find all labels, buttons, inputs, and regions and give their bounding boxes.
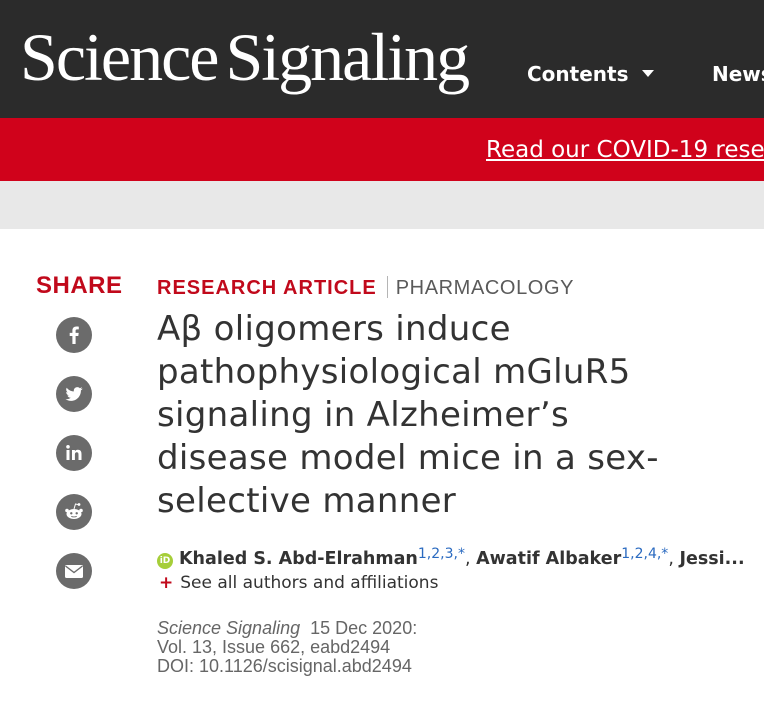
author-name[interactable]: Jessi... [679,549,744,569]
journal-name[interactable]: Science Signaling [157,618,300,638]
author-affiliations[interactable]: 1,2,3,* [418,546,465,562]
share-label: SHARE [36,272,123,299]
citation-block: Science Signaling 15 Dec 2020: Vol. 13, … [157,619,417,676]
article-kicker: RESEARCH ARTICLE PHARMACOLOGY [157,276,574,300]
logo-word-science: Science [20,19,219,95]
nav-contents[interactable]: Contents [527,60,655,88]
share-reddit-button[interactable] [56,494,92,530]
share-facebook-button[interactable] [56,317,92,353]
author-separator: , [668,549,680,569]
article-subject[interactable]: PHARMACOLOGY [396,277,574,299]
see-all-authors-label: See all authors and affiliations [180,573,439,593]
orcid-icon[interactable]: iD [157,553,173,569]
logo-word-signaling: Signaling [225,19,470,95]
reddit-icon [65,503,83,519]
see-all-authors-toggle[interactable]: + See all authors and affiliations [159,572,438,594]
nav-contents-label: Contents [527,62,629,86]
twitter-icon [65,387,83,401]
volume-issue[interactable]: Vol. 13, Issue 662, eabd2494 [157,638,417,657]
linkedin-icon [66,445,82,460]
nav-news[interactable]: News [712,60,764,88]
author-list: iD Khaled S. Abd-Elrahman1,2,3,*, Awatif … [157,542,745,571]
facebook-icon [69,326,79,344]
author-name[interactable]: Awatif Albaker [476,549,621,569]
grey-strip [0,181,764,229]
share-twitter-button[interactable] [56,376,92,412]
publication-date: 15 Dec 2020: [310,618,418,638]
nav-news-label: News [712,62,764,86]
author-affiliations[interactable]: 1,2,4,* [621,546,668,562]
kicker-divider [386,276,388,298]
covid-banner: Read our COVID-19 rese [0,118,764,181]
article-type: RESEARCH ARTICLE [157,277,377,299]
chevron-down-icon [642,70,655,77]
article-title: Aβ oligomers induce pathophysiological m… [157,309,659,521]
site-header: ScienceSignaling Contents News [0,0,764,118]
email-icon [65,565,83,578]
share-email-button[interactable] [56,553,92,589]
covid-banner-link[interactable]: Read our COVID-19 rese [486,136,764,164]
plus-icon: + [159,573,174,593]
share-linkedin-button[interactable] [56,435,92,471]
citation-line-1: Science Signaling 15 Dec 2020: [157,619,417,638]
author-name[interactable]: Khaled S. Abd-Elrahman [179,549,418,569]
site-logo[interactable]: Science Signaling [20,12,470,102]
author-separator: , [464,549,477,569]
doi: DOI: 10.1126/scisignal.abd2494 [157,656,412,676]
